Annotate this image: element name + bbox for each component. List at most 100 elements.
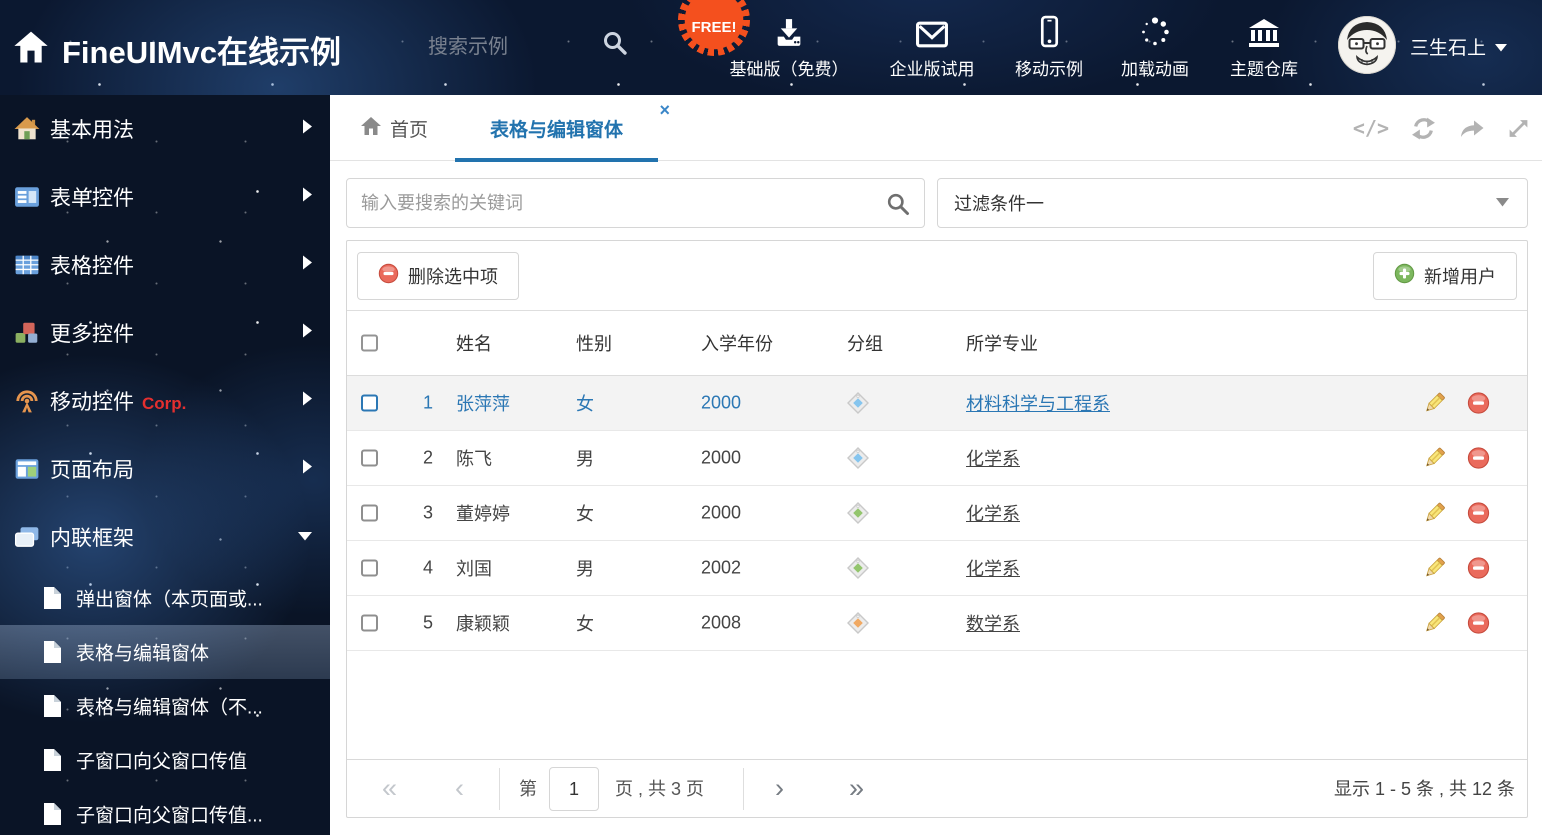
add-user-button[interactable]: 新增用户 — [1373, 252, 1517, 300]
edit-icon[interactable] — [1423, 557, 1446, 580]
tab-home[interactable]: 首页 — [360, 95, 428, 161]
last-page-button[interactable]: » — [849, 760, 864, 818]
sidebar-subitem-label: 子窗口向父窗口传值... — [76, 805, 263, 827]
cell-year: 2000 — [701, 502, 742, 523]
major-link[interactable]: 化学系 — [966, 500, 1020, 526]
sidebar-subitem-child-to-parent[interactable]: 子窗口向父窗口传值 — [0, 733, 330, 787]
table-row[interactable]: 4 刘国 男 2002 化学系 — [347, 541, 1527, 596]
sidebar-item-page-layout[interactable]: 页面布局 — [0, 435, 330, 503]
sidebar-subitem-grid-edit-window[interactable]: 表格与编辑窗体 — [0, 625, 330, 679]
sidebar-subitem-popup-window[interactable]: 弹出窗体（本页面或... — [0, 571, 330, 625]
cell-year: 2002 — [701, 557, 742, 578]
prev-page-button[interactable]: ‹ — [455, 760, 464, 818]
next-page-button[interactable]: › — [775, 760, 784, 818]
share-icon[interactable] — [1458, 116, 1485, 140]
grid-toolbar: 删除选中项 新增用户 — [347, 241, 1527, 311]
delete-selected-button[interactable]: 删除选中项 — [357, 252, 519, 300]
table-row[interactable]: 2 陈飞 男 2000 化学系 — [347, 431, 1527, 486]
sidebar-subitem-label: 子窗口向父窗口传值 — [76, 751, 248, 773]
search-icon[interactable] — [602, 30, 628, 56]
corp-badge: Corp. — [142, 394, 187, 413]
nav-label: 基础版（免费） — [729, 60, 849, 79]
search-icon[interactable] — [886, 192, 910, 216]
cell-gender: 女 — [576, 614, 594, 634]
row-checkbox[interactable] — [361, 394, 378, 412]
header-nav-basic-edition[interactable]: 基础版（免费） — [730, 14, 849, 80]
sidebar-subitem-grid-edit-window-2[interactable]: 表格与编辑窗体（不... — [0, 679, 330, 733]
row-checkbox[interactable] — [361, 449, 378, 467]
header-nav-loading-animations[interactable]: 加载动画 — [1121, 14, 1189, 80]
add-user-label: 新增用户 — [1424, 267, 1496, 287]
delete-icon[interactable] — [1467, 612, 1490, 635]
row-checkbox[interactable] — [361, 614, 378, 632]
row-index: 1 — [422, 392, 433, 413]
header-search-input[interactable] — [428, 28, 586, 66]
delete-icon[interactable] — [1467, 447, 1490, 470]
chevron-down-icon — [1495, 36, 1508, 58]
page-number-input[interactable] — [549, 767, 599, 811]
sidebar-item-grid-controls[interactable]: 表格控件 — [0, 231, 330, 299]
column-header-year[interactable]: 入学年份 — [701, 330, 773, 356]
first-page-button[interactable]: « — [382, 760, 397, 818]
sidebar-subitem-label: 表格与编辑窗体 — [76, 643, 210, 665]
close-icon[interactable]: × — [659, 101, 670, 119]
sidebar-item-label: 表格控件 — [50, 255, 134, 278]
refresh-icon[interactable] — [1411, 116, 1436, 141]
delete-icon[interactable] — [1467, 392, 1490, 415]
sidebar-item-form-controls[interactable]: 表单控件 — [0, 163, 330, 231]
column-header-gender[interactable]: 性别 — [576, 330, 612, 356]
header-nav-enterprise-trial[interactable]: 企业版试用 — [890, 14, 975, 80]
major-link[interactable]: 化学系 — [966, 555, 1020, 581]
user-avatar[interactable] — [1338, 16, 1396, 74]
user-menu[interactable]: 三生石上 — [1410, 33, 1508, 60]
table-icon — [14, 252, 40, 278]
row-checkbox[interactable] — [361, 559, 378, 577]
tab-grid-edit-window[interactable]: 表格与编辑窗体 × — [455, 95, 670, 162]
sidebar-subitem-child-to-parent-2[interactable]: 子窗口向父窗口传值... — [0, 787, 330, 835]
edit-icon[interactable] — [1423, 502, 1446, 525]
row-index: 4 — [422, 557, 433, 578]
pager-divider — [743, 768, 744, 810]
edit-icon[interactable] — [1423, 612, 1446, 635]
column-header-name[interactable]: 姓名 — [456, 330, 492, 356]
row-checkbox[interactable] — [361, 504, 378, 522]
sidebar-item-mobile-controls[interactable]: 移动控件 Corp. — [0, 367, 330, 435]
header-nav-theme-repository[interactable]: 主题仓库 — [1230, 14, 1298, 80]
filter-dropdown-value: 过滤条件一 — [954, 194, 1044, 214]
filter-dropdown[interactable]: 过滤条件一 — [937, 178, 1528, 228]
table-row[interactable]: 3 董婷婷 女 2000 化学系 — [347, 486, 1527, 541]
mobile-icon — [1039, 14, 1060, 48]
major-link[interactable]: 化学系 — [966, 445, 1020, 471]
sidebar-item-iframe[interactable]: 内联框架 — [0, 503, 330, 571]
keyword-search-box — [346, 178, 925, 228]
expand-icon[interactable] — [1507, 117, 1530, 140]
row-index: 2 — [422, 447, 433, 468]
file-icon — [42, 802, 63, 826]
table-row[interactable]: 5 康颖颖 女 2008 数学系 — [347, 596, 1527, 651]
major-link[interactable]: 数学系 — [966, 610, 1020, 636]
source-code-icon[interactable]: </> — [1353, 116, 1389, 140]
chevron-right-icon — [303, 255, 312, 275]
edit-icon[interactable] — [1423, 392, 1446, 415]
keyword-search-input[interactable] — [361, 183, 871, 223]
column-header-major[interactable]: 所学专业 — [966, 330, 1038, 356]
edit-icon[interactable] — [1423, 447, 1446, 470]
delete-icon[interactable] — [1467, 502, 1490, 525]
frames-icon — [14, 524, 40, 550]
table-row[interactable]: 1 张萍萍 女 2000 材料科学与工程系 — [347, 376, 1527, 431]
sidebar-item-basic-usage[interactable]: 基本用法 — [0, 95, 330, 163]
select-all-checkbox[interactable] — [361, 334, 378, 352]
sidebar-item-more-controls[interactable]: 更多控件 — [0, 299, 330, 367]
file-icon — [42, 586, 63, 610]
major-link[interactable]: 材料科学与工程系 — [966, 390, 1110, 416]
cell-name: 张萍萍 — [456, 394, 510, 414]
nav-label: 移动示例 — [1015, 60, 1083, 79]
header-nav-mobile-demos[interactable]: 移动示例 — [1015, 14, 1083, 80]
record-summary: 显示 1 - 5 条 , 共 12 条 — [1333, 779, 1515, 799]
chevron-right-icon — [303, 391, 312, 411]
cell-name: 康颖颖 — [456, 614, 510, 634]
home-icon[interactable] — [12, 28, 50, 66]
chevron-down-icon — [1496, 194, 1509, 212]
delete-icon[interactable] — [1467, 557, 1490, 580]
column-header-group[interactable]: 分组 — [847, 330, 883, 356]
